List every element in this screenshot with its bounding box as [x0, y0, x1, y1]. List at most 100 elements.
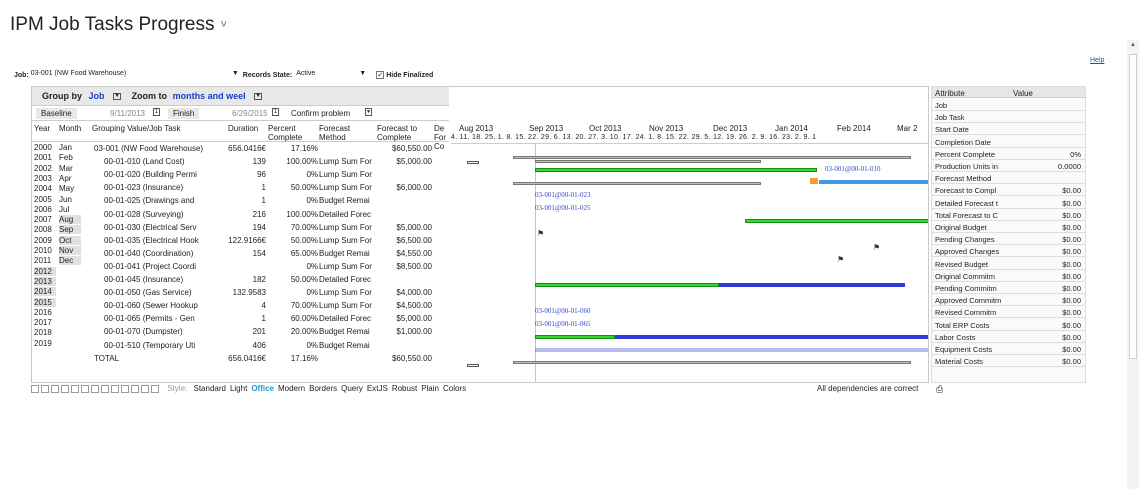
style-option[interactable]: Query — [341, 384, 363, 393]
gantt-bar-028[interactable] — [745, 219, 928, 223]
scroll-up-icon[interactable]: ▲ — [1130, 42, 1136, 48]
chevron-down-icon[interactable]: ▼ — [359, 70, 366, 77]
gantt-milestone[interactable] — [467, 161, 479, 164]
month-filter-item[interactable]: Nov — [59, 246, 81, 255]
calendar-icon[interactable]: 1 — [272, 108, 279, 116]
col-year[interactable]: Year — [34, 124, 50, 133]
table-row[interactable]: 00-01-023 (Insurance) 1 50.00% Lump Sum For… — [90, 182, 450, 195]
gantt-bar-070-remaining[interactable] — [615, 335, 928, 339]
month-filter-item[interactable]: Oct — [59, 235, 81, 245]
month-filter-item[interactable]: Sep — [59, 225, 81, 235]
month-filter-item[interactable]: May — [59, 184, 81, 193]
finish-value[interactable]: 6/29/2015 — [232, 109, 268, 118]
gantt-bar-010[interactable] — [535, 168, 817, 172]
year-filter-item[interactable]: 2005 — [34, 195, 56, 204]
style-option[interactable]: Borders — [309, 384, 337, 393]
style-option[interactable]: Standard — [193, 384, 225, 393]
toolbar-icon[interactable] — [141, 384, 149, 393]
toolbar-icon[interactable] — [31, 384, 39, 393]
gantt-bar-summary[interactable] — [513, 156, 911, 159]
group-by-dropdown-icon[interactable]: ▼ — [113, 93, 122, 101]
title-chevron-icon[interactable]: ˅ — [221, 19, 227, 31]
confirm-dropdown-icon[interactable]: ▼ — [365, 108, 372, 116]
toolbar-icon[interactable] — [51, 384, 59, 393]
year-filter-item[interactable]: 2001 — [34, 153, 56, 162]
toolbar-icon[interactable] — [151, 384, 159, 393]
month-filter-item[interactable]: Jul — [59, 205, 81, 214]
state-select[interactable]: Active ▼ — [296, 70, 366, 80]
toolbar-icon[interactable] — [101, 384, 109, 393]
month-filter-item[interactable]: Feb — [59, 153, 81, 162]
group-by-value[interactable]: Job — [89, 91, 105, 101]
baseline-value[interactable]: 9/11/2013 — [110, 109, 145, 118]
year-filter-item[interactable]: 2012 — [34, 266, 56, 276]
table-row[interactable]: 00-01-050 (Gas Service) 132.9583 0% Lump Su… — [90, 287, 450, 300]
style-option[interactable]: Colors — [443, 384, 466, 393]
year-filter-item[interactable]: 2010 — [34, 246, 56, 255]
toolbar-icon[interactable] — [91, 384, 99, 393]
year-filter-item[interactable]: 2015 — [34, 297, 56, 307]
month-filter-item[interactable]: Dec — [59, 256, 81, 266]
month-filter-item[interactable]: Jan — [59, 143, 81, 152]
year-filter-item[interactable]: 2011 — [34, 256, 56, 265]
print-icon[interactable]: ⎙ — [936, 384, 943, 395]
page-scrollbar[interactable]: ▲ — [1127, 40, 1139, 489]
toolbar-icon[interactable] — [71, 384, 79, 393]
year-filter-item[interactable]: 2002 — [34, 164, 56, 173]
year-filter-item[interactable]: 2007 — [34, 215, 56, 224]
calendar-icon[interactable]: 1 — [153, 108, 160, 116]
col-task[interactable]: Grouping Value/Job Task — [92, 124, 181, 133]
year-filter-item[interactable]: 2008 — [34, 225, 56, 234]
toolbar-icon[interactable] — [61, 384, 69, 393]
toolbar-icon[interactable] — [41, 384, 49, 393]
year-filter-item[interactable]: 2019 — [34, 339, 56, 348]
toolbar-icon[interactable] — [81, 384, 89, 393]
col-duration[interactable]: Duration — [228, 124, 258, 133]
table-row[interactable]: 00-01-030 (Electrical Serv 194 70.00% Lump … — [90, 222, 450, 235]
table-row[interactable]: 00-01-510 (Temporary Uti 406 0% Budget Rema… — [90, 340, 450, 353]
chevron-down-icon[interactable]: ▼ — [232, 70, 239, 77]
col-percent[interactable]: Percent Complete — [268, 124, 308, 142]
year-filter-item[interactable]: 2016 — [34, 308, 56, 317]
table-row[interactable]: 00-01-041 (Project Coordi 0% Lump Sum For $… — [90, 261, 450, 274]
style-option[interactable]: ExtJS — [367, 384, 388, 393]
table-row[interactable]: 00-01-040 (Coordination) 154 65.00% Budget … — [90, 248, 450, 261]
gantt-bar-070[interactable] — [535, 335, 615, 339]
col-month[interactable]: Month — [59, 124, 81, 133]
style-option[interactable]: Plain — [421, 384, 439, 393]
year-filter-item[interactable]: 2003 — [34, 174, 56, 183]
zoom-value[interactable]: months and weel — [173, 91, 246, 101]
table-row[interactable]: 00-01-020 (Building Permi 96 0% Lump Sum Fo… — [90, 169, 450, 182]
hide-finalized-checkbox[interactable]: ✓ — [376, 71, 385, 79]
year-filter-item[interactable]: 2013 — [34, 276, 56, 286]
year-filter-item[interactable]: 2000 — [34, 143, 56, 152]
gantt-bar-020-baseline[interactable] — [513, 182, 761, 185]
toolbar-icon[interactable] — [121, 384, 129, 393]
table-row[interactable]: 00-01-028 (Surveying) 216 100.00% Detailed … — [90, 209, 450, 222]
month-filter-item[interactable]: Mar — [59, 164, 81, 173]
table-row[interactable]: 00-01-010 (Land Cost) 139 100.00% Lump Sum … — [90, 156, 450, 169]
toolbar-icon[interactable] — [111, 384, 119, 393]
col-method[interactable]: Forecast Method — [319, 124, 363, 142]
table-row[interactable]: 00-01-025 (Drawings and 1 0% Budget Remai — [90, 195, 450, 208]
month-filter-item[interactable]: Jun — [59, 195, 81, 204]
year-filter-item[interactable]: 2004 — [34, 184, 56, 193]
gantt-bar-045-remaining[interactable] — [719, 283, 905, 287]
style-option[interactable]: Modern — [278, 384, 305, 393]
gantt-bar-020[interactable] — [819, 180, 928, 184]
year-filter-item[interactable]: 2006 — [34, 205, 56, 214]
gantt-milestone[interactable] — [467, 364, 479, 367]
zoom-dropdown-icon[interactable]: ▼ — [254, 93, 263, 101]
table-row[interactable]: 00-01-060 (Sewer Hookup 4 70.00% Lump Sum F… — [90, 300, 450, 313]
year-filter-item[interactable]: 2018 — [34, 328, 56, 337]
year-filter-item[interactable]: 2014 — [34, 287, 56, 297]
year-filter-item[interactable]: 2017 — [34, 318, 56, 327]
scrollbar-thumb[interactable] — [1129, 54, 1137, 359]
month-filter-item[interactable]: Apr — [59, 174, 81, 183]
table-row[interactable]: 00-01-035 (Electrical Hook 122.9166€ 50.00… — [90, 235, 450, 248]
year-filter-item[interactable]: 2009 — [34, 236, 56, 245]
style-option[interactable]: Robust — [392, 384, 417, 393]
help-link[interactable]: Help — [1090, 57, 1104, 64]
toolbar-icon[interactable] — [131, 384, 139, 393]
table-row[interactable]: 00-01-065 (Permits - Gen 1 60.00% Detailed … — [90, 313, 450, 326]
